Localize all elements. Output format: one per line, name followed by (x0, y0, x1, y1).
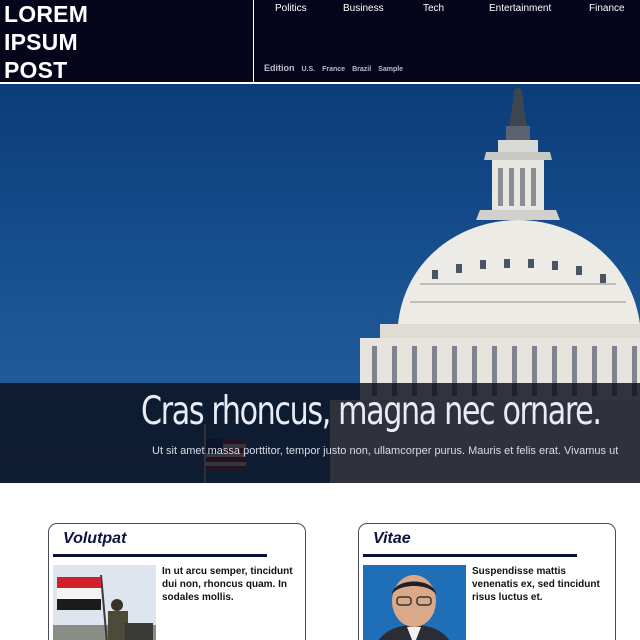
logo-line-1: LOREM (4, 1, 89, 27)
article-card-volutpat[interactable]: Volutpat In ut arcu semper, tincidunt du… (48, 523, 306, 640)
card-summary: Suspendisse mattis venenatis ex, sed tin… (472, 566, 600, 603)
nav-item-politics[interactable]: Politics (275, 3, 307, 14)
edition-us[interactable]: U.S. (302, 66, 316, 73)
card-summary: In ut arcu semper, tincidunt dui non, rh… (162, 566, 293, 603)
nav-item-entertainment[interactable]: Entertainment (489, 3, 551, 14)
edition-selector: Edition U.S. France Brazil Sample (264, 63, 403, 73)
man-portrait-photo[interactable] (363, 565, 466, 640)
hero-banner[interactable]: Cras rhoncus, magna nec ornare. Ut sit a… (0, 84, 640, 483)
card-divider (363, 554, 577, 557)
card-title[interactable]: Volutpat (63, 530, 126, 548)
edition-france[interactable]: France (322, 66, 345, 73)
nav-item-tech[interactable]: Tech (423, 3, 444, 14)
main-nav: Politics Business Tech Entertainment Fin… (254, 0, 640, 83)
card-title[interactable]: Vitae (373, 530, 411, 548)
edition-sample[interactable]: Sample (378, 66, 403, 73)
nav-item-business[interactable]: Business (343, 3, 384, 14)
site-header: LOREM IPSUM POST Politics Business Tech … (0, 0, 640, 83)
hero-headline[interactable]: Cras rhoncus, magna nec ornare. (141, 389, 602, 434)
site-logo[interactable]: LOREM IPSUM POST (0, 0, 254, 83)
logo-line-3: POST (4, 57, 68, 83)
hero-caption: Cras rhoncus, magna nec ornare. Ut sit a… (0, 383, 640, 483)
nav-item-finance[interactable]: Finance (589, 3, 625, 14)
logo-line-2: IPSUM (4, 29, 78, 55)
hero-subtitle: Ut sit amet massa porttitor, tempor just… (152, 445, 619, 457)
edition-label: Edition (264, 63, 295, 73)
edition-brazil[interactable]: Brazil (352, 66, 371, 73)
card-divider (53, 554, 267, 557)
article-card-vitae[interactable]: Vitae Suspendisse mattis venenatis ex, s… (358, 523, 616, 640)
soldier-with-flag-photo[interactable] (53, 565, 156, 640)
